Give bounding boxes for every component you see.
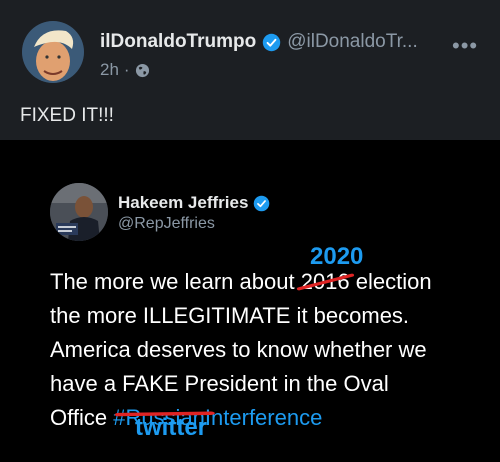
post-meta: 2h · <box>100 60 150 80</box>
verified-badge-icon <box>263 33 281 51</box>
author-row: ilDonaldoTrumpo @ilDonaldoTr... <box>100 31 418 53</box>
embedded-display-name: Hakeem Jeffries <box>118 193 249 212</box>
meta-separator: · <box>123 60 130 79</box>
tweet-line: Office #Russian Interference <box>50 401 490 435</box>
embedded-tweet-text: The more we learn about 2016 election th… <box>50 265 490 435</box>
verified-badge-icon <box>254 195 270 211</box>
author-handle[interactable]: @ilDonaldoTr... <box>287 31 418 53</box>
hashtag-text: Interference <box>204 405 323 430</box>
tweet-line: America deserves to know whether we <box>50 337 427 362</box>
avatar[interactable] <box>22 21 84 83</box>
post-header: ilDonaldoTrumpo @ilDonaldoTr... ••• 2h ·… <box>0 0 500 140</box>
hashtag-symbol: # <box>113 405 126 430</box>
author-display-name[interactable]: ilDonaldoTrumpo <box>100 31 256 53</box>
tweet-text-segment: election <box>349 269 432 294</box>
handwritten-year-annotation: 2020 <box>310 243 364 270</box>
tweet-line: have a FAKE President in the Oval <box>50 371 389 396</box>
more-options-icon[interactable]: ••• <box>452 33 478 59</box>
embedded-avatar <box>50 183 108 241</box>
globe-icon <box>135 63 149 77</box>
embedded-handle: @RepJeffries <box>118 215 215 232</box>
embedded-author-row: Hakeem Jeffries <box>118 193 270 213</box>
struck-year-text: 2016 <box>300 269 350 294</box>
tweet-text-segment: The more we learn about <box>50 269 301 294</box>
post-text: FIXED IT!!! <box>20 105 114 126</box>
handwritten-word-annotation: twitter <box>135 414 207 441</box>
post-timestamp[interactable]: 2h <box>100 60 119 80</box>
tweet-text-segment: Office <box>50 405 114 430</box>
tweet-line: the more ILLEGITIMATE it becomes. <box>50 303 410 328</box>
tweet-line: The more we learn about 2016 election <box>50 265 490 299</box>
